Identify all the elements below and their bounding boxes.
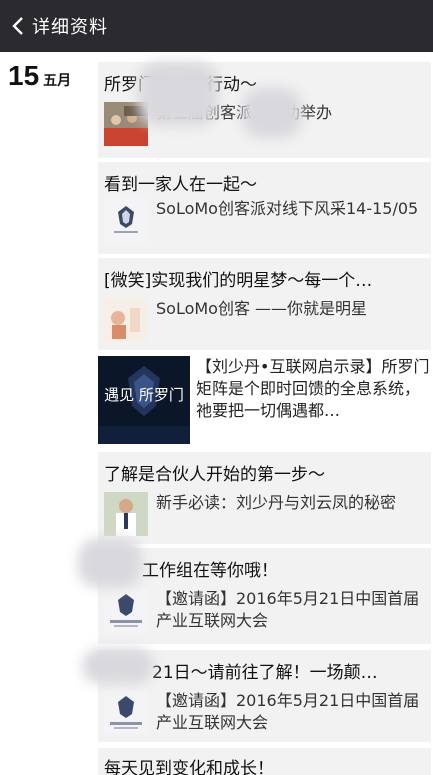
post-thumbnail	[104, 492, 148, 536]
chevron-left-icon	[12, 17, 23, 35]
post-card[interactable]: [微笑]实现我们的明星梦～每一个… SoLoMo创客 ——你就是明星	[98, 258, 431, 350]
post-subtitle: 新手必读：刘少丹与刘云凤的秘密	[156, 493, 397, 512]
post-thumbnail	[104, 198, 148, 242]
article-card[interactable]: 遇见 所罗门 【刘少丹•互联网启示录】所罗门矩阵是个即时回馈的全息系统，祂要把一…	[98, 354, 431, 446]
post-title: 每天见到变化和成长！	[104, 759, 274, 775]
privacy-blur	[138, 62, 218, 126]
post-subtitle: SoLoMo创客派对线下风采14-15/05	[156, 199, 419, 218]
post-subtitle: SoLoMo创客 ——你就是明星	[156, 299, 368, 318]
date-day: 15	[8, 60, 40, 91]
date-month: 五月	[43, 73, 72, 89]
post-thumbnail	[104, 690, 148, 734]
post-card[interactable]: 看到一家人在一起～ SoLoMo创客派对线下风采14-15/05	[98, 162, 431, 254]
privacy-blur	[82, 648, 154, 684]
post-subtitle: 【邀请函】2016年5月21日中国首届产业互联网大会	[156, 691, 420, 732]
date-header: 15 五月	[8, 60, 71, 92]
article-image: 遇见 所罗门	[98, 356, 190, 444]
post-thumbnail	[104, 298, 148, 342]
post-subtitle: 【邀请函】2016年5月21日中国首届产业互联网大会	[156, 589, 420, 630]
post-title: 了解是合伙人开始的第一步～	[104, 465, 325, 485]
post-title: 看到一家人在一起～	[104, 175, 257, 195]
nav-title: 详细资料	[32, 17, 108, 38]
article-image-text: 遇见 所罗门	[104, 386, 184, 404]
privacy-blur	[78, 538, 142, 588]
post-thumbnail	[104, 588, 148, 632]
post-card[interactable]: 每天见到变化和成长！	[98, 748, 431, 775]
post-title: 工作组在等你哦！	[142, 561, 278, 581]
post-card[interactable]: 工作组在等你哦！ 【邀请函】2016年5月21日中国首届产业互联网大会	[98, 548, 431, 644]
back-button[interactable]: 详细资料	[0, 0, 108, 52]
post-title: 21日～请前往了解！一场颠…	[152, 663, 378, 683]
post-card[interactable]: 了解是合伙人开始的第一步～ 新手必读：刘少丹与刘云凤的秘密	[98, 452, 431, 544]
article-summary: 【刘少丹•互联网启示录】所罗门矩阵是个即时回馈的全息系统，祂要把一切偶遇都…	[196, 357, 430, 420]
post-title: [微笑]实现我们的明星梦～每一个…	[104, 271, 373, 291]
privacy-blur	[242, 88, 302, 138]
nav-bar: 详细资料	[0, 0, 433, 52]
